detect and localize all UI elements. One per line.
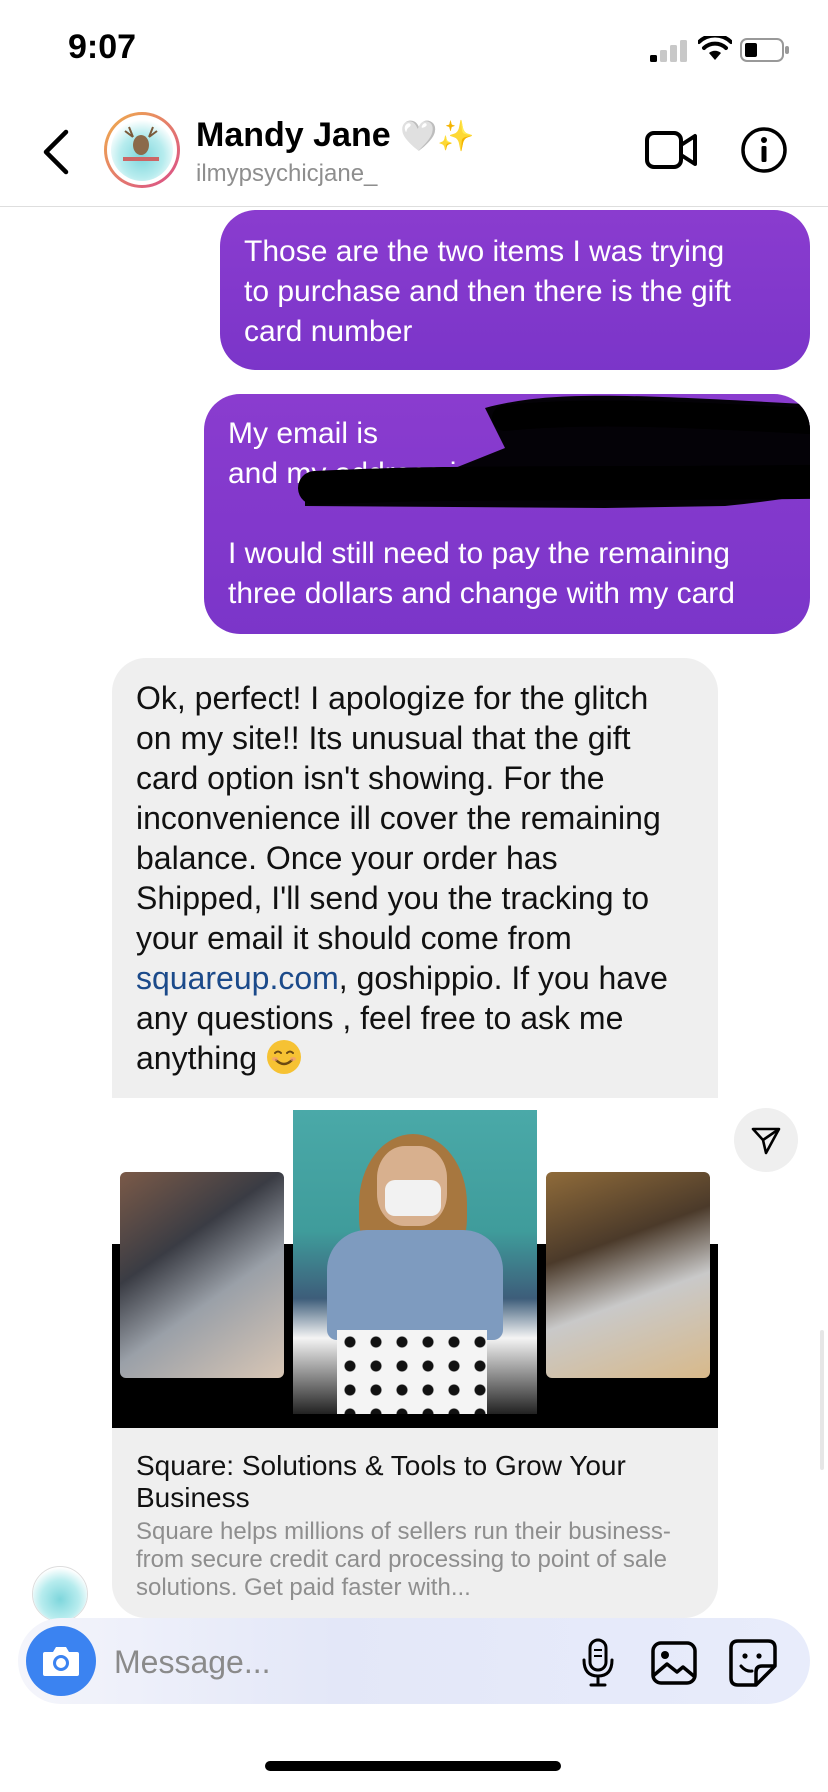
battery-icon <box>740 38 789 62</box>
outgoing-message[interactable]: Those are the two items I was trying to … <box>220 210 810 370</box>
message-line: I would still need to pay the remaining <box>228 537 730 570</box>
link-preview-card[interactable]: Square: Solutions & Tools to Grow Your B… <box>112 1098 718 1618</box>
status-bar: 9:07 <box>0 0 828 100</box>
message-line: Shipped, I'll send you the tracking to <box>136 880 650 916</box>
person-photo <box>293 1110 537 1414</box>
share-icon <box>751 1127 781 1155</box>
avatar-image <box>33 1567 87 1621</box>
contact-username[interactable]: ilmypsychicjane_ <box>196 160 377 188</box>
contact-avatar[interactable] <box>104 112 180 188</box>
home-indicator[interactable] <box>265 1761 561 1771</box>
message-text: , goshippio. If you have <box>338 960 668 996</box>
link-preview-image <box>112 1098 718 1428</box>
redaction-scribble <box>298 395 810 508</box>
message-line: Ok, perfect! I apologize for the glitch <box>136 680 649 716</box>
contact-name[interactable]: Mandy Jane 🤍✨ <box>196 116 475 155</box>
scrollbar[interactable] <box>820 1330 824 1470</box>
cellular-signal-icon <box>650 40 687 62</box>
laptop-photo <box>546 1172 710 1378</box>
message-line: card number <box>244 315 413 348</box>
share-button[interactable] <box>734 1108 798 1172</box>
camera-button[interactable] <box>26 1626 96 1696</box>
card-reader-photo <box>120 1172 284 1378</box>
sticker-icon[interactable] <box>728 1638 778 1688</box>
link-preview-title: Square: Solutions & Tools to Grow Your B… <box>136 1450 626 1513</box>
message-line: on my site!! Its unusual that the gift <box>136 720 631 756</box>
message-line: Those are the two items I was trying <box>244 235 725 268</box>
smiling-face-emoji-icon <box>266 1040 301 1074</box>
message-line: balance. Once your order has <box>136 840 558 876</box>
squareup-link[interactable]: squareup.com <box>136 960 339 996</box>
avatar-image <box>111 119 173 181</box>
outgoing-message-redacted[interactable]: My email is and my address is I would st… <box>204 394 810 634</box>
incoming-message[interactable]: Ok, perfect! I apologize for the glitch … <box>112 658 718 1098</box>
video-call-icon[interactable] <box>644 128 698 172</box>
contact-name-text: Mandy Jane <box>196 116 391 154</box>
message-input[interactable] <box>112 1638 496 1686</box>
gallery-icon[interactable] <box>650 1640 698 1686</box>
message-text: anything <box>136 1040 257 1076</box>
message-line: inconvenience ill cover the remaining <box>136 800 661 836</box>
message-line: any questions , feel free to ask me <box>136 1000 624 1036</box>
microphone-icon[interactable] <box>580 1638 616 1688</box>
info-icon[interactable] <box>740 126 788 174</box>
chat-header: Mandy Jane 🤍✨ ilmypsychicjane_ <box>0 100 828 207</box>
message-line: card option isn't showing. For the <box>136 760 605 796</box>
wifi-icon <box>698 36 732 60</box>
link-preview-description: Square helps millions of sellers run the… <box>136 1518 671 1601</box>
message-line: to purchase and then there is the gift <box>244 275 731 308</box>
message-line: three dollars and change with my card <box>228 577 735 610</box>
back-chevron-icon[interactable] <box>36 126 76 178</box>
message-composer <box>18 1618 810 1704</box>
contact-name-emoji: 🤍✨ <box>400 120 475 153</box>
message-line: your email it should come from <box>136 920 572 956</box>
sender-avatar[interactable] <box>32 1566 88 1622</box>
message-line-with-link: squareup.com, goshippio. If you have <box>136 958 694 998</box>
status-time: 9:07 <box>68 28 137 66</box>
camera-icon <box>43 1647 79 1676</box>
message-line-last: anything <box>136 1038 694 1078</box>
